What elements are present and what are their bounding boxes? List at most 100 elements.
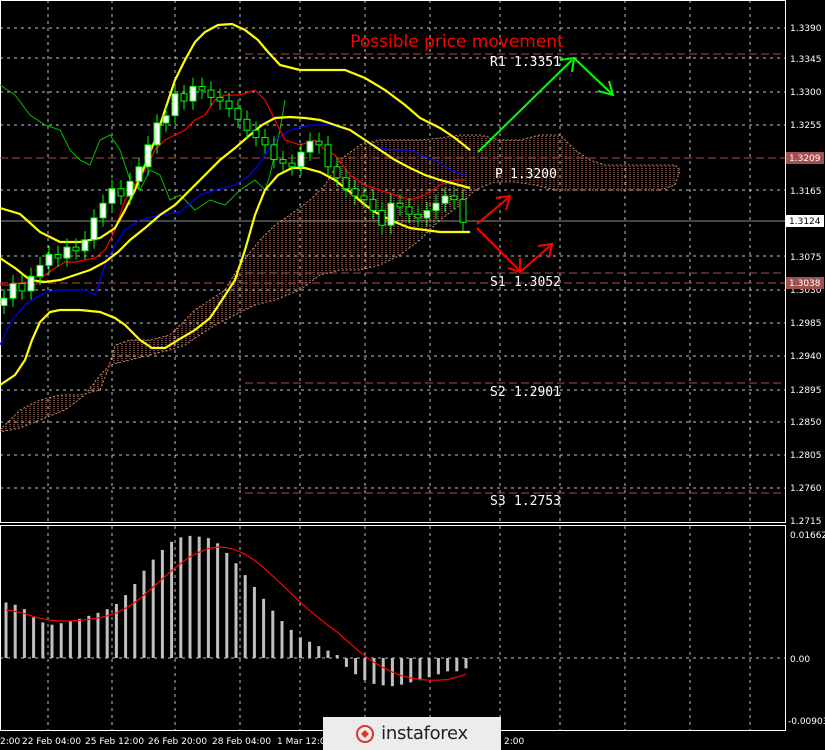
candle-body [171,93,179,117]
time-tick-label: 25 Feb 12:00 [85,737,144,747]
price-tick-label: 1.2715 [790,517,822,527]
pivot-label-s1-value: 1.3052 [514,275,561,290]
price-axis: 1.3390 1.3345 1.3300 1.3255 1.3165 1.307… [790,24,822,527]
svg-text:1.3038: 1.3038 [789,279,821,289]
time-tick-label: 2:00 [504,737,524,747]
candle-body [63,246,71,259]
time-tick-label: 22 Feb 04:00 [22,737,81,747]
candle-body [108,188,116,204]
price-tick-label: 1.2940 [790,352,822,362]
price-tick-label: 1.3390 [790,24,822,34]
candle-body [423,210,431,219]
candle-body [252,129,260,139]
candle-body [414,213,422,219]
candle-body [153,122,161,146]
histogram-bar [197,536,201,658]
pivot-label-p-value: 1.3200 [510,167,557,182]
histogram-bar [41,622,45,658]
instaforex-logo: instaforex [323,717,501,750]
histogram-bar [427,658,431,678]
candle-body [18,283,26,292]
time-tick-label: 2:00 [0,737,20,747]
price-tick-label: 1.3165 [790,187,822,197]
histogram-bar [151,559,155,658]
candle-body [324,144,332,168]
candle-body [369,199,377,212]
histogram-bar [188,535,192,658]
pivot-label-r1-name: R1 [490,55,506,70]
candle-body [225,100,233,109]
histogram-bar [13,604,17,658]
candle-body [99,202,107,219]
histogram-bar [418,658,422,681]
histogram-bar [179,537,183,658]
indicator-pane [0,525,786,731]
candle-body [144,144,152,168]
candle-body [135,166,143,182]
candle-body [117,188,125,197]
histogram-bar [234,563,238,658]
indicator-axis: 0.01662 0.00 -0.00903 [788,531,825,727]
histogram-bar [206,538,210,658]
histogram-bar [455,658,459,672]
pivot-label-p-name: P [495,167,503,182]
candle-body [297,151,305,168]
candle-body [27,275,35,292]
candle-body [261,137,269,146]
candle-body [234,107,242,120]
histogram-bar [68,620,72,658]
pivot-label-s3-name: S3 [490,494,506,509]
histogram-bar [216,543,220,658]
price-tick-label: 1.3345 [790,55,822,65]
histogram-bar [354,658,358,675]
candle-body [387,202,395,226]
histogram-bar [335,655,339,658]
histogram-bar [225,552,229,658]
histogram-bar [464,658,468,669]
candle-body [396,202,404,208]
price-tick-label: 1.3300 [790,88,822,98]
histogram-bar [298,637,302,658]
histogram-bar [271,610,275,658]
candle-body [54,253,62,259]
time-tick-label: 26 Feb 20:00 [148,737,207,747]
candle-body [72,246,80,252]
histogram-bar [4,602,8,658]
chart-title: Possible price movement [350,32,564,52]
candle-body [315,140,323,146]
instaforex-logo-icon [356,724,375,743]
candle-body [450,195,458,201]
candle-body [36,264,44,277]
histogram-bar [50,624,54,658]
candle-body [459,199,467,223]
candle-body [189,85,197,102]
histogram-bar [96,612,100,658]
candle-body [351,188,359,197]
histogram-bar [124,595,128,658]
pivot-label-s2-value: 1.2901 [514,385,561,400]
candle-body [243,118,251,131]
histogram-bar [170,541,174,658]
candle-body [360,195,368,201]
candle-body [216,96,224,102]
main-pane [0,0,786,523]
candle-body [279,158,287,164]
histogram-bar [133,583,137,658]
candle-body [162,115,170,124]
histogram-bar [289,629,293,658]
histogram-bar [243,575,247,658]
histogram-bar [400,658,404,685]
histogram-bar [252,586,256,658]
candle-body [288,162,296,168]
indicator-tick-label: -0.00903 [788,717,825,727]
histogram-bar [160,549,164,658]
indicator-tick-label: 0.01662 [790,531,825,541]
price-chart: Possible price movement R1 1.3351 P 1.32… [0,0,825,747]
candle-body [198,85,206,91]
histogram-bar [381,658,385,686]
candle-body [378,210,386,226]
candle-body [0,297,8,307]
price-tick-label: 1.2895 [790,386,822,396]
candle-body [207,89,215,98]
histogram-bar [363,658,367,681]
